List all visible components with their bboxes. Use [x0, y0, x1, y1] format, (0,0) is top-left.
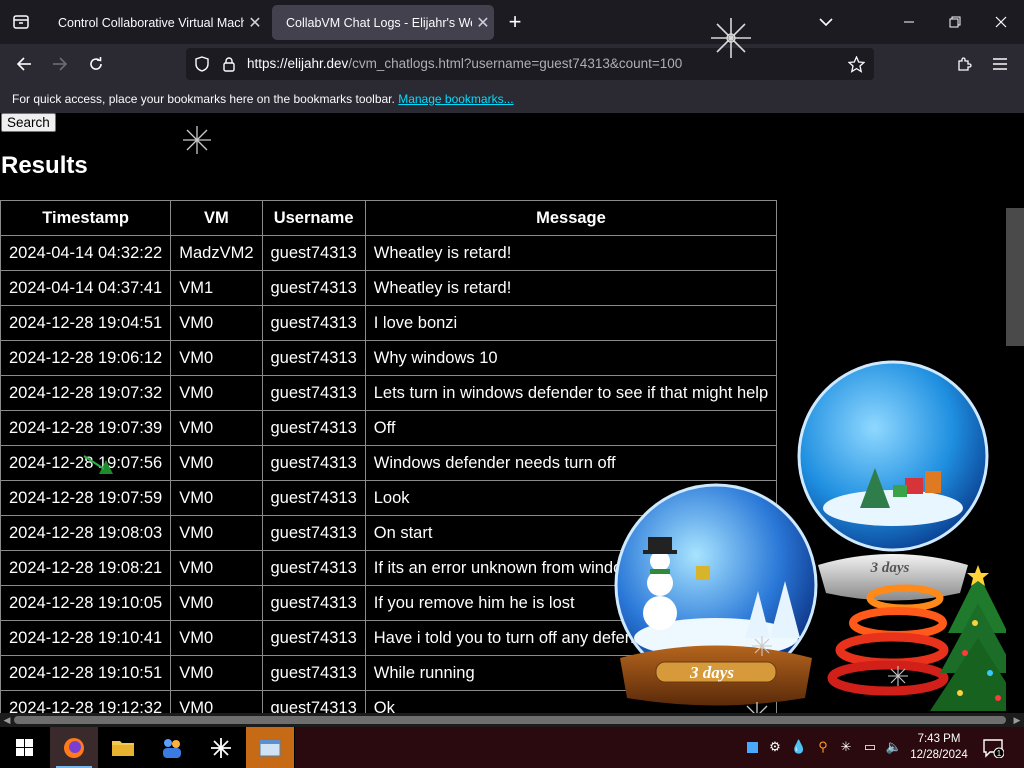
- people-icon: [163, 738, 181, 758]
- scroll-right-arrow-icon[interactable]: ▶: [1010, 713, 1024, 727]
- globe-right-label: 3 days: [870, 560, 910, 576]
- scroll-left-arrow-icon[interactable]: ◀: [0, 713, 14, 727]
- forward-arrow-icon: [53, 57, 68, 71]
- horizontal-scrollbar-thumb[interactable]: [14, 716, 1006, 724]
- globe-left-label: 3 days: [689, 663, 734, 682]
- clock-time: 7:43 PM: [917, 733, 961, 745]
- reload-button[interactable]: [82, 50, 110, 78]
- taskbar: ⚙ 💧 ⚲ ✳ ▭ 🔈 7:43 PM 12/28/2024 1: [0, 727, 1024, 768]
- forward-button[interactable]: [46, 50, 74, 78]
- windows-logo-icon: [15, 739, 33, 756]
- new-tab-button[interactable]: +: [503, 7, 527, 37]
- taskbar-file-explorer[interactable]: [99, 727, 147, 768]
- tab-bar: Control Collaborative Virtual Machi ✕ Co…: [0, 0, 1024, 44]
- back-arrow-icon: [16, 57, 31, 71]
- tab-title: Control Collaborative Virtual Machi: [58, 15, 244, 30]
- app-window-icon: [259, 739, 281, 756]
- navigation-toolbar: https://elijahr.dev/cvm_chatlogs.html?us…: [0, 44, 1024, 84]
- christmas-decoration: 3 days 3 days: [83, 126, 1024, 713]
- snowflake-icon: [183, 126, 211, 154]
- minimize-button[interactable]: [886, 0, 932, 44]
- tab-close-icon[interactable]: ✕: [472, 13, 494, 33]
- start-button[interactable]: [0, 727, 48, 768]
- bookmark-star-icon[interactable]: [848, 56, 865, 73]
- bookmarks-hint: For quick access, place your bookmarks h…: [12, 92, 395, 106]
- chevron-down-icon: [819, 18, 833, 27]
- bookmarks-toolbar: For quick access, place your bookmarks h…: [0, 84, 1024, 113]
- url-path: /cvm_chatlogs.html?username=guest74313&c…: [348, 56, 683, 71]
- reload-icon: [90, 57, 102, 70]
- green-sparkle-icon: [83, 455, 113, 474]
- tray-gear-icon[interactable]: ⚙: [767, 739, 783, 755]
- lock-icon[interactable]: [222, 56, 236, 72]
- snowflake-icon: [211, 737, 231, 758]
- plus-icon: +: [508, 9, 522, 34]
- tray-drop-icon[interactable]: 💧: [791, 739, 807, 755]
- taskbar-app-people[interactable]: [148, 727, 196, 768]
- page-content: Search Results Timestamp VM Username Mes…: [0, 113, 1024, 713]
- minimize-icon: [904, 21, 914, 23]
- snowflake-icon: [752, 636, 772, 656]
- clock-date: 12/28/2024: [910, 749, 968, 761]
- tab-list-button[interactable]: [0, 0, 42, 44]
- snow-globe-right: 3 days: [797, 360, 989, 601]
- hamburger-menu-icon: [993, 58, 1007, 70]
- tray-search-icon[interactable]: ⚲: [815, 739, 831, 755]
- tracking-shield-icon[interactable]: [194, 56, 210, 72]
- taskbar-snowflake-app[interactable]: [197, 727, 245, 768]
- firefox-icon: [64, 737, 84, 758]
- vertical-scrollbar-thumb[interactable]: [1006, 208, 1024, 346]
- address-bar[interactable]: https://elijahr.dev/cvm_chatlogs.html?us…: [186, 48, 874, 80]
- folder-icon: [112, 740, 134, 756]
- url-host: https://elijahr.dev: [247, 56, 349, 71]
- tray-app-icon[interactable]: [744, 739, 760, 755]
- tab-control-collabvm[interactable]: Control Collaborative Virtual Machi ✕: [44, 5, 266, 40]
- list-all-tabs-button[interactable]: [814, 10, 838, 34]
- manage-bookmarks-link[interactable]: Manage bookmarks...: [398, 92, 513, 106]
- close-window-button[interactable]: [978, 0, 1024, 44]
- tray-network-icon[interactable]: ▭: [862, 739, 878, 755]
- tab-title: CollabVM Chat Logs - Elijahr's Web: [286, 15, 472, 30]
- horizontal-scrollbar[interactable]: ◀ ▶: [0, 713, 1024, 727]
- tab-collabvm-chat-logs[interactable]: CollabVM Chat Logs - Elijahr's Web ✕: [272, 5, 494, 40]
- url-text[interactable]: https://elijahr.dev/cvm_chatlogs.html?us…: [247, 56, 682, 71]
- taskbar-clock[interactable]: 7:43 PM 12/28/2024: [908, 731, 970, 763]
- taskbar-firefox[interactable]: [50, 727, 98, 768]
- tray-volume-muted-icon[interactable]: 🔈: [886, 739, 902, 755]
- snowflake-icon: [711, 18, 751, 58]
- tray-snowflake-icon[interactable]: ✳: [838, 739, 854, 755]
- restore-icon: [949, 16, 961, 28]
- snow-globe-left: 3 days: [614, 483, 818, 706]
- restore-button[interactable]: [932, 0, 978, 44]
- snowflake-icon: [888, 666, 908, 686]
- back-button[interactable]: [10, 50, 38, 78]
- action-center-button[interactable]: 1: [980, 736, 1006, 760]
- extensions-icon: [958, 57, 972, 71]
- tab-list-icon: [13, 15, 29, 29]
- tab-close-icon[interactable]: ✕: [244, 13, 266, 33]
- notification-count: 1: [997, 749, 1002, 758]
- notification-icon: 1: [983, 739, 1004, 758]
- close-icon: [995, 16, 1007, 28]
- app-menu-button[interactable]: [986, 50, 1014, 78]
- extensions-button[interactable]: [950, 50, 978, 78]
- taskbar-app-window[interactable]: [246, 727, 294, 768]
